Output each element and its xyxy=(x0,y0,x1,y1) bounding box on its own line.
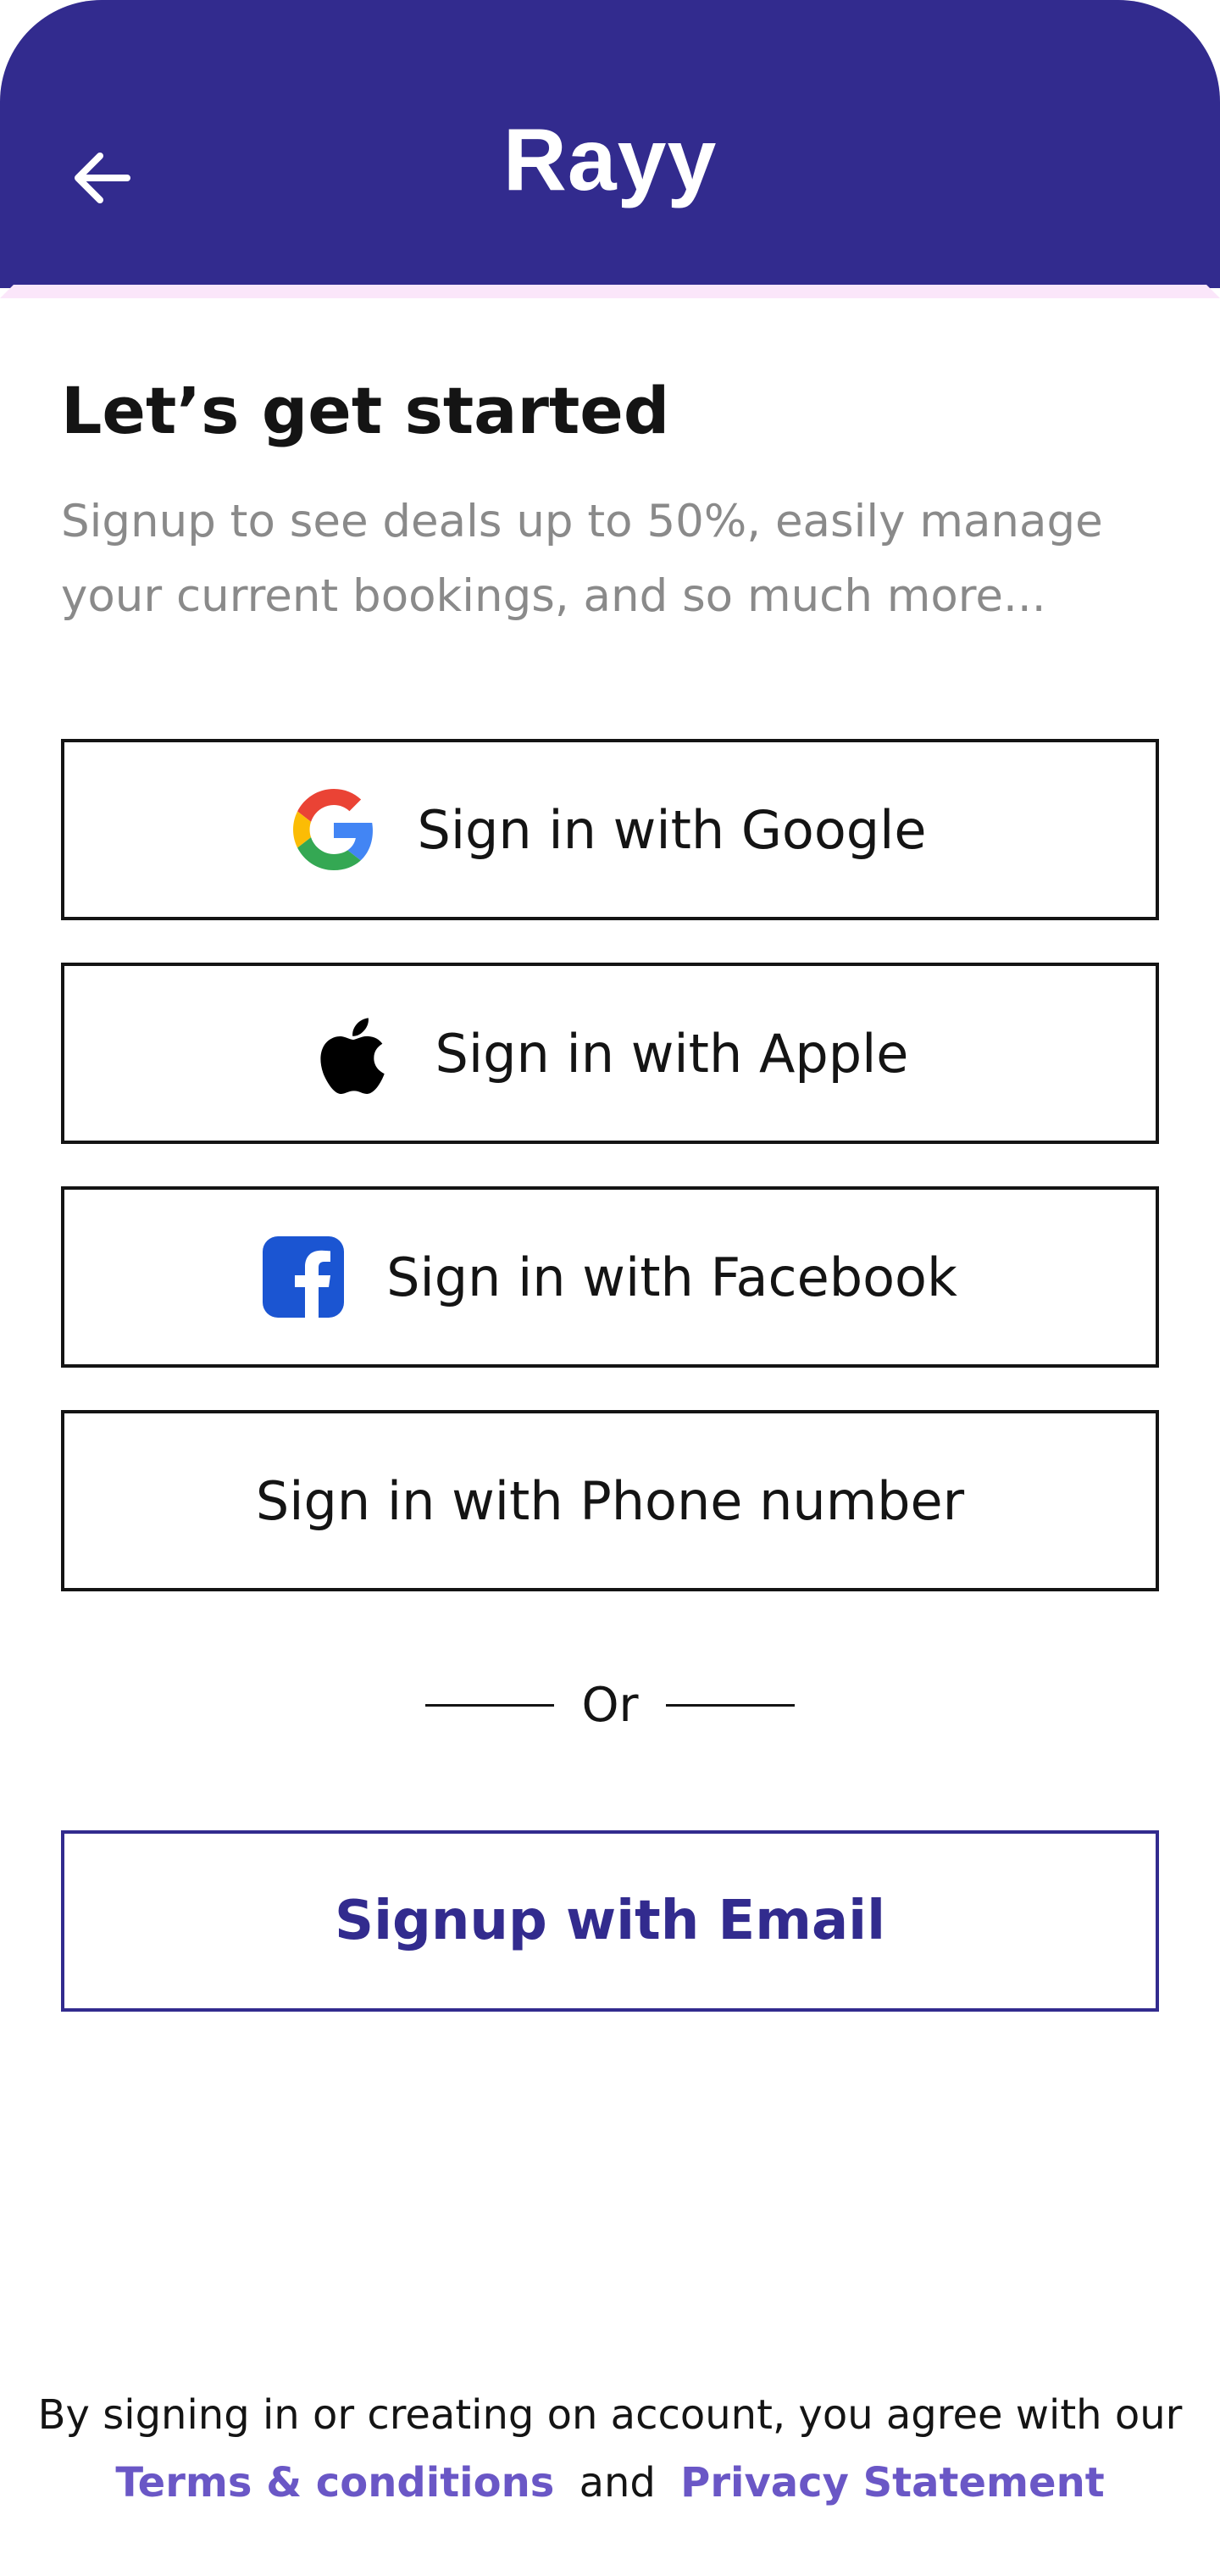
sign-in-google-label: Sign in with Google xyxy=(417,798,927,861)
sign-in-facebook-button[interactable]: Sign in with Facebook xyxy=(61,1186,1159,1368)
sign-in-apple-label: Sign in with Apple xyxy=(435,1022,909,1085)
legal-links-row: Terms & conditions and Privacy Statement xyxy=(0,2449,1220,2517)
legal-text: By signing in or creating on account, yo… xyxy=(37,2391,1183,2439)
apple-icon xyxy=(312,1013,393,1094)
sign-in-google-button[interactable]: Sign in with Google xyxy=(61,739,1159,920)
sign-in-apple-button[interactable]: Sign in with Apple xyxy=(61,963,1159,1144)
or-divider: Or xyxy=(0,1678,1220,1733)
legal-joiner: and xyxy=(579,2459,656,2507)
sign-in-phone-button[interactable]: Sign in with Phone number xyxy=(61,1410,1159,1591)
or-label: Or xyxy=(581,1678,639,1733)
divider-line-left xyxy=(425,1704,555,1707)
legal-footer: By signing in or creating on account, yo… xyxy=(0,2381,1220,2517)
header-accent-line xyxy=(0,285,1220,298)
brand-logo: Rayy xyxy=(502,111,718,209)
sign-in-phone-label: Sign in with Phone number xyxy=(255,1469,965,1532)
google-icon xyxy=(293,789,374,870)
signup-email-button[interactable]: Signup with Email xyxy=(61,1830,1159,2012)
sign-in-facebook-label: Sign in with Facebook xyxy=(386,1246,957,1308)
app-header: Rayy xyxy=(0,0,1220,288)
facebook-icon xyxy=(263,1236,345,1318)
page-title: Let’s get started xyxy=(61,373,670,448)
signup-screen: Rayy Let’s get started Signup to see dea… xyxy=(0,0,1220,2576)
terms-link[interactable]: Terms & conditions xyxy=(115,2459,554,2507)
divider-line-right xyxy=(665,1704,795,1707)
signup-email-label: Signup with Email xyxy=(334,1890,886,1952)
page-subtitle: Signup to see deals up to 50%, easily ma… xyxy=(61,496,1103,622)
privacy-link[interactable]: Privacy Statement xyxy=(680,2459,1105,2507)
